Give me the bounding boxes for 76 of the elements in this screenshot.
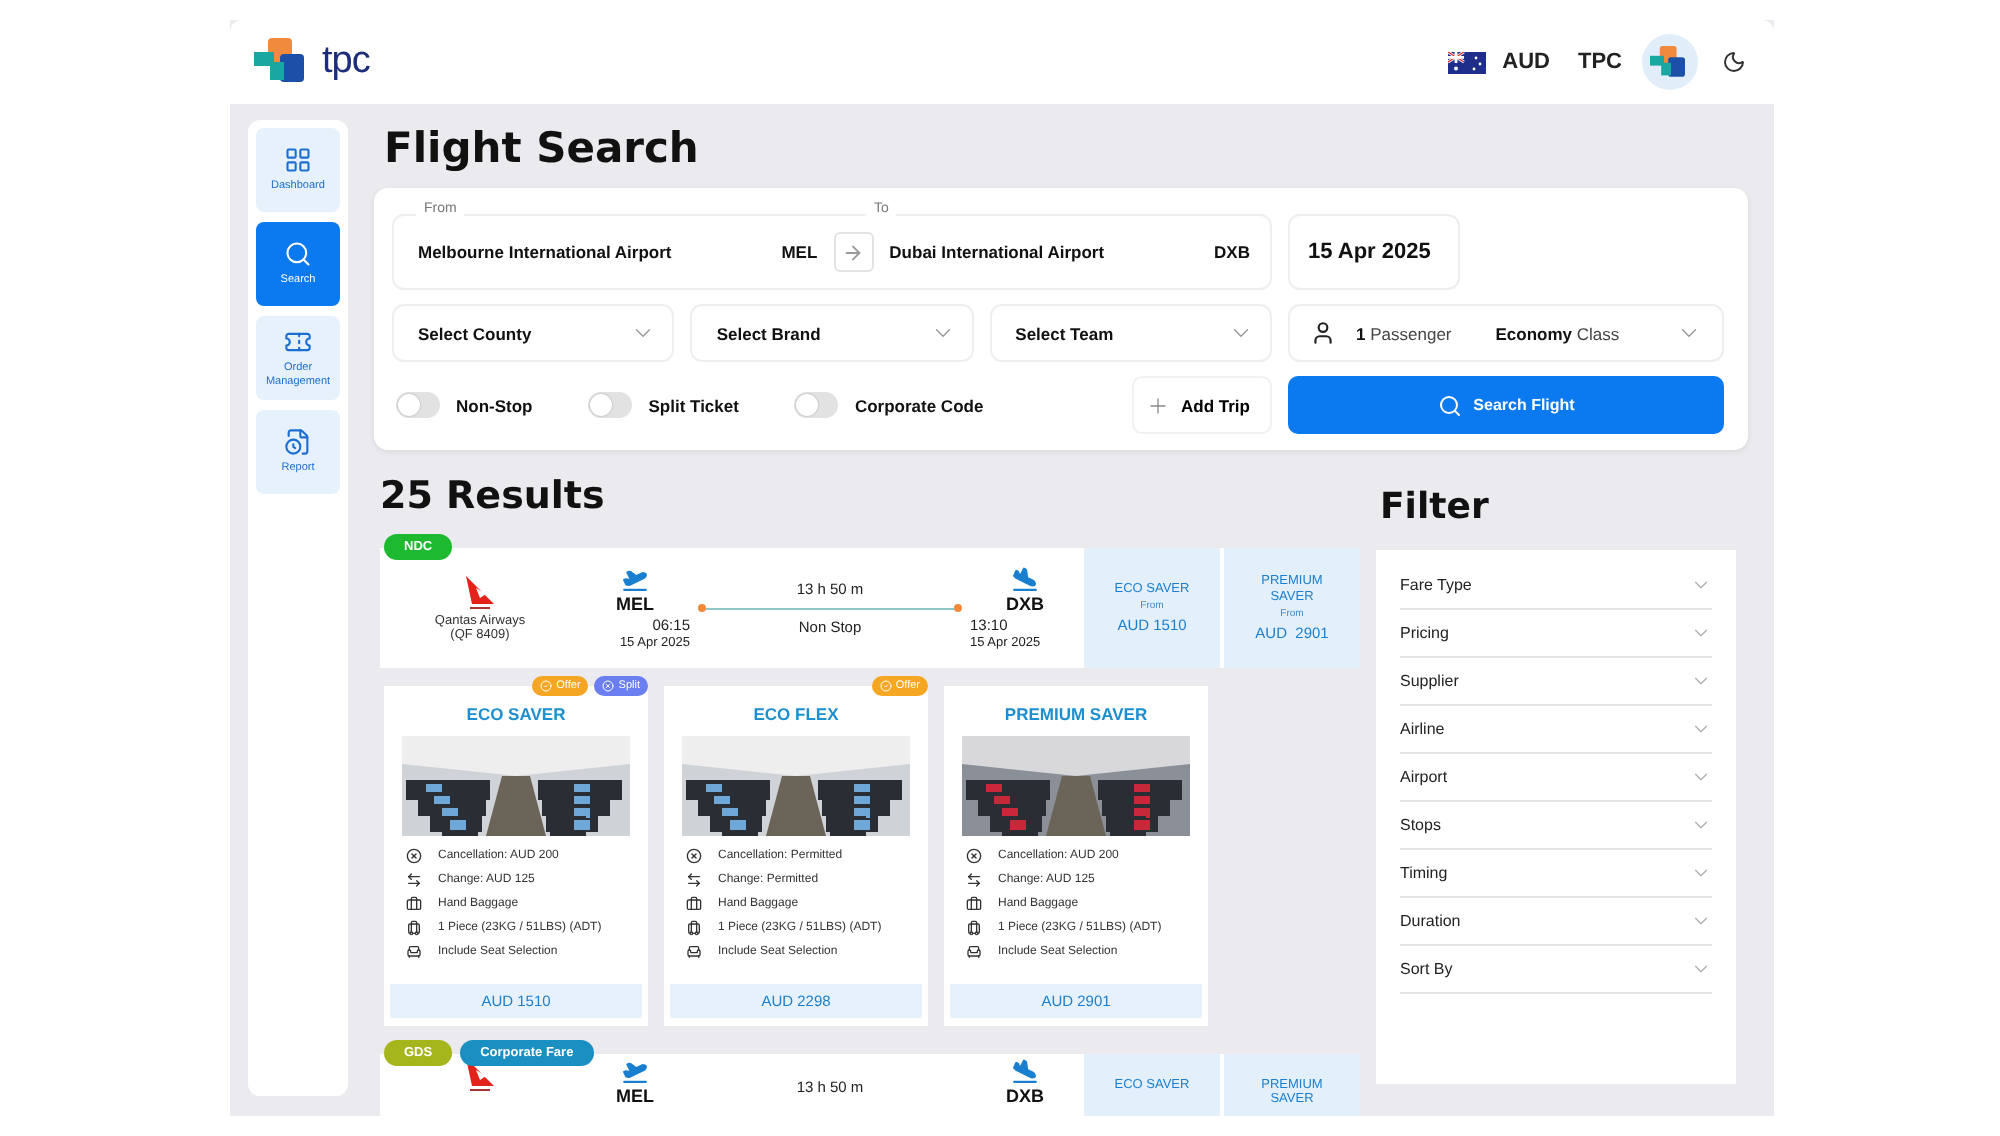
filter-title: Filter xyxy=(1380,486,1491,528)
change-icon xyxy=(966,872,982,888)
airport-code: DXB xyxy=(1214,242,1250,262)
filter-item[interactable]: Airport xyxy=(1400,754,1712,802)
airport-code: DXB xyxy=(1005,594,1044,614)
results-title: 25 Results xyxy=(380,474,607,518)
plane-icon xyxy=(622,1058,648,1084)
dashboard-icon xyxy=(284,146,312,175)
search-icon xyxy=(1437,393,1462,417)
hand-baggage-icon xyxy=(966,896,982,912)
avatar[interactable] xyxy=(1642,34,1698,90)
filter-item[interactable]: Fare Type xyxy=(1400,562,1712,610)
cancellation-icon xyxy=(966,848,982,864)
hand-baggage-icon xyxy=(406,896,422,912)
orders-icon xyxy=(284,328,312,357)
hand-baggage-icon xyxy=(686,896,702,912)
fare-name: ECO SAVER xyxy=(464,704,568,724)
filter-item[interactable]: Airline xyxy=(1400,706,1712,754)
seat-icon xyxy=(686,944,702,960)
airport-code: DXB xyxy=(1005,1086,1044,1106)
filter-item[interactable]: Timing xyxy=(1400,850,1712,898)
change-icon xyxy=(686,872,702,888)
select-field[interactable]: Select Team xyxy=(989,304,1272,362)
search-flight-button[interactable]: Search Flight xyxy=(1288,376,1724,434)
airport-code: MEL xyxy=(616,594,654,614)
toggle-switch[interactable] xyxy=(794,392,839,418)
search-icon xyxy=(284,240,312,269)
cancellation-icon xyxy=(686,848,702,864)
date-field[interactable]: 15 Apr 2025 xyxy=(1288,214,1460,290)
toggle-label: Corporate Code xyxy=(854,395,984,415)
seat-icon xyxy=(406,944,422,960)
toggle-switch[interactable] xyxy=(588,392,633,418)
toggle-switch[interactable] xyxy=(396,392,440,418)
change-icon xyxy=(406,872,422,888)
toggle-label: Non-Stop xyxy=(456,395,533,415)
seat-icon xyxy=(966,944,982,960)
airport-code: MEL xyxy=(616,1086,654,1106)
select-field[interactable]: Select Brand xyxy=(690,304,974,362)
checked-baggage-icon xyxy=(406,920,422,936)
plane-icon xyxy=(1012,1058,1038,1084)
checked-baggage-icon xyxy=(966,920,982,936)
fare-name: ECO FLEX xyxy=(751,704,841,724)
toggle-label: Split Ticket xyxy=(648,395,739,415)
plus-icon xyxy=(1145,393,1170,417)
user-label: TPC xyxy=(1578,50,1622,74)
filter-item[interactable]: Sort By xyxy=(1400,946,1712,994)
filter-item[interactable]: Pricing xyxy=(1400,610,1712,658)
x-circle-icon xyxy=(602,680,615,692)
logo-text: tpc xyxy=(322,40,370,84)
report-icon xyxy=(284,428,312,457)
flag-icon xyxy=(1448,51,1487,73)
page-title: Flight Search xyxy=(384,124,701,172)
check-circle-icon xyxy=(540,680,553,692)
route-field[interactable]: Melbourne International Airport MEL Dubai International Airport DXB xyxy=(392,214,1272,290)
moon-icon[interactable] xyxy=(1722,50,1746,74)
plane-icon xyxy=(622,566,648,592)
filter-item[interactable]: Supplier xyxy=(1400,658,1712,706)
person-icon xyxy=(1310,320,1336,346)
airport-name: Dubai International Airport xyxy=(889,242,1105,262)
check-circle-icon xyxy=(879,680,892,692)
select-field[interactable]: Select County xyxy=(392,304,675,362)
add-trip-button[interactable]: Add Trip xyxy=(1131,376,1272,434)
tail-logo-icon xyxy=(464,575,496,609)
arrow-icon xyxy=(842,241,865,263)
filter-item[interactable]: Stops xyxy=(1400,802,1712,850)
airport-name: Melbourne International Airport xyxy=(418,242,672,262)
passenger-field[interactable]: 1 Passenger Economy Class xyxy=(1288,304,1724,362)
logo-icon xyxy=(1649,45,1691,79)
plane-icon xyxy=(1012,566,1038,592)
checked-baggage-icon xyxy=(686,920,702,936)
cancellation-icon xyxy=(406,848,422,864)
filter-item[interactable]: Duration xyxy=(1400,898,1712,946)
airport-code: MEL xyxy=(781,242,818,262)
fare-name: PREMIUM SAVER xyxy=(1002,704,1150,724)
currency-label[interactable]: AUD xyxy=(1502,50,1550,74)
swap-button[interactable] xyxy=(833,232,874,272)
